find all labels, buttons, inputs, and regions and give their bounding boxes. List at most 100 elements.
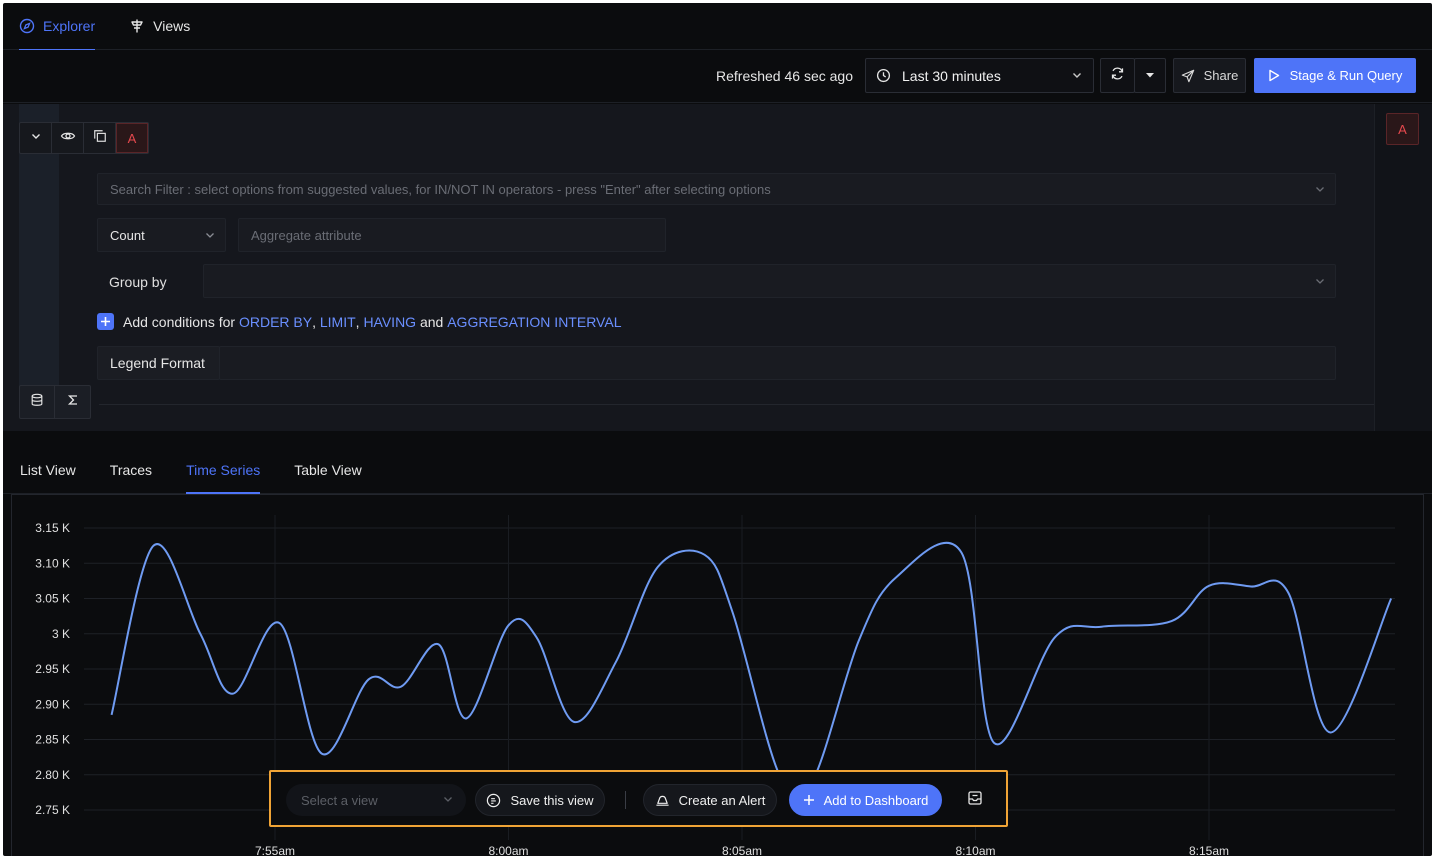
tab-views[interactable]: Views [129,3,190,50]
x-tick-label: 8:05am [722,844,762,856]
tab-traces[interactable]: Traces [110,430,152,493]
x-tick-label: 7:55am [255,844,295,856]
group-by-select[interactable] [203,264,1336,298]
query-label-badge[interactable]: A [116,123,148,153]
refresh-options-button[interactable] [1134,58,1166,93]
chevron-down-icon [1314,275,1326,287]
select-view-placeholder: Select a view [301,792,378,808]
toolbar-divider [625,791,626,809]
comma-separator: , [355,313,364,330]
sigma-icon [67,393,79,411]
refresh-button[interactable] [1100,58,1135,93]
chevron-down-icon [30,129,42,147]
alert-bell-icon [655,793,670,808]
y-tick-label: 2.85 K [35,733,70,747]
copy-query-button[interactable] [84,123,116,153]
y-tick-label: 2.80 K [35,768,70,782]
add-query-button[interactable] [20,386,55,418]
divider [99,404,1374,405]
search-filter-input[interactable]: Search Filter : select options from sugg… [97,173,1336,205]
share-button[interactable]: Share [1173,58,1246,93]
tab-explorer-label: Explorer [43,18,96,34]
having-link[interactable]: HAVING [363,314,416,330]
series-line [110,541,1393,799]
y-tick-label: 2.95 K [35,662,70,676]
aggregate-attribute-placeholder: Aggregate attribute [251,227,362,243]
refreshed-status: Refreshed 46 sec ago [716,68,853,84]
search-filter-placeholder: Search Filter : select options from sugg… [110,181,771,197]
tab-time-series[interactable]: Time Series [186,430,261,494]
limit-link[interactable]: LIMIT [320,314,356,330]
chevron-down-icon [204,229,216,241]
save-view-button[interactable]: Save this view [475,784,605,816]
aggregation-interval-link[interactable]: AGGREGATION INTERVAL [447,314,621,330]
toolbar-more-button[interactable] [962,787,988,813]
stage-run-query-button[interactable]: Stage & Run Query [1254,58,1416,93]
query-type-controls [19,385,91,419]
compass-icon [19,18,35,34]
clock-icon [876,68,891,83]
query-side-panel [1374,104,1432,431]
query-controls: A [19,122,149,154]
save-view-label: Save this view [510,792,594,808]
view-actions-toolbar: Select a view Save this view Create an A… [269,770,1008,827]
views-icon [129,18,145,34]
add-to-dashboard-label: Add to Dashboard [823,792,929,808]
inbox-icon [967,790,983,811]
time-range-select[interactable]: Last 30 minutes [865,58,1094,93]
collapse-button[interactable] [20,123,52,153]
add-to-dashboard-button[interactable]: Add to Dashboard [789,784,942,816]
run-label: Stage & Run Query [1289,68,1403,83]
legend-format-label: Legend Format [97,346,220,380]
y-tick-label: 2.75 K [35,803,70,817]
group-by-label: Group by [109,274,167,290]
create-alert-button[interactable]: Create an Alert [643,784,777,816]
query-header: Refreshed 46 sec ago Last 30 minutes Sha… [3,50,1432,103]
toggle-visibility-button[interactable] [52,123,84,153]
plus-icon [803,794,815,806]
aggregate-operator-select[interactable]: Count [97,218,226,252]
caret-down-icon [1145,67,1155,85]
query-label-badge-right[interactable]: A [1386,113,1419,145]
chevron-down-icon [1071,69,1083,81]
order-by-link[interactable]: ORDER BY [239,314,312,330]
x-tick-label: 8:15am [1189,844,1229,856]
app-window: Explorer Views Refreshed 46 sec ago Last… [3,3,1432,856]
tab-table-view[interactable]: Table View [294,430,361,493]
add-conditions-row[interactable]: Add conditions for ORDER BY , LIMIT , HA… [97,313,621,330]
y-tick-label: 2.90 K [35,697,70,711]
query-builder: A Search Filter : select options from su… [3,104,1374,431]
copy-icon [93,129,107,148]
aggregate-operator-value: Count [110,227,145,243]
y-tick-label: 3.10 K [35,556,70,570]
save-view-icon [486,793,501,808]
play-icon [1268,69,1280,82]
x-tick-label: 8:10am [955,844,995,856]
tab-explorer[interactable]: Explorer [19,3,96,51]
tab-views-label: Views [153,18,191,34]
time-range-value: Last 30 minutes [902,67,1001,84]
x-tick-label: 8:00am [488,844,528,856]
eye-icon [60,128,76,149]
legend-format-input[interactable] [219,346,1336,380]
y-tick-label: 3.05 K [35,592,70,606]
send-icon [1181,69,1195,83]
database-icon [30,393,44,412]
legend-format-text: Legend Format [110,355,205,371]
and-separator: and [416,313,448,330]
tab-list-view[interactable]: List View [20,430,76,493]
result-tabs: List View Traces Time Series Table View [3,431,1432,494]
add-formula-button[interactable] [55,386,90,418]
y-tick-label: 3 K [52,627,70,641]
create-alert-label: Create an Alert [678,792,766,808]
select-view-dropdown[interactable]: Select a view [286,784,466,816]
top-nav: Explorer Views [3,3,1432,51]
add-conditions-prefix: Add conditions for [123,313,239,330]
comma-separator: , [312,313,320,330]
share-label: Share [1203,68,1239,83]
y-tick-label: 3.15 K [35,521,70,535]
plus-icon[interactable] [97,313,114,330]
aggregate-attribute-input[interactable]: Aggregate attribute [238,218,666,252]
chevron-down-icon [1314,183,1326,195]
chevron-down-icon [442,793,454,805]
